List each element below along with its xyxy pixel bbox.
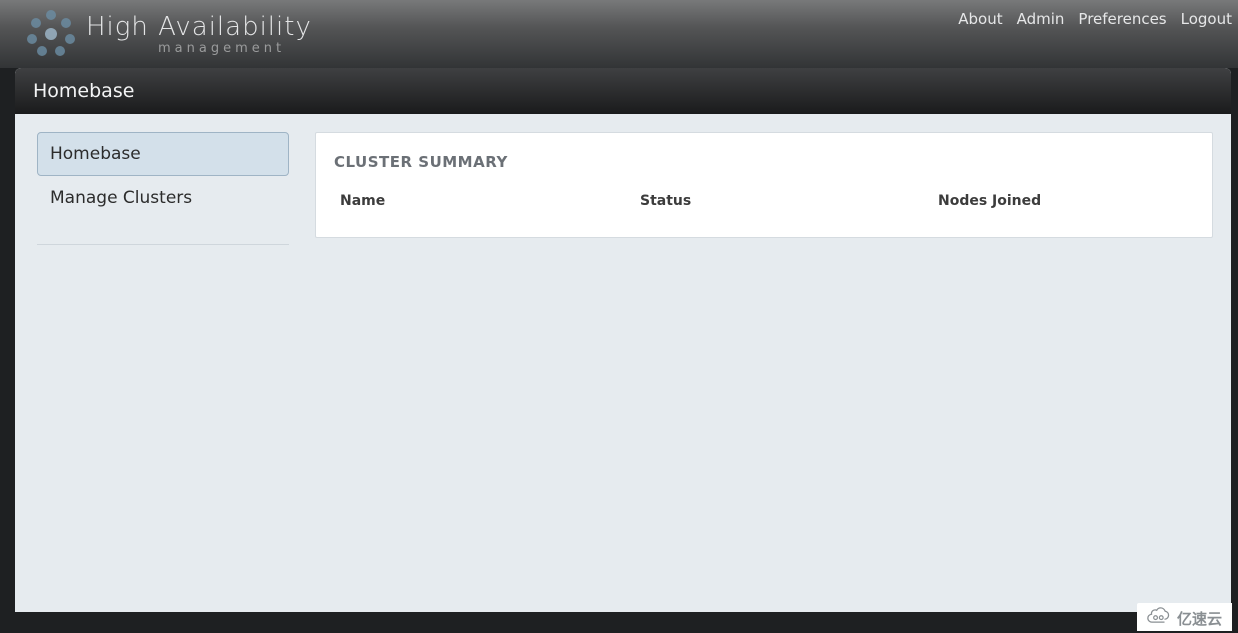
app-header: High Availability management About Admin… [0,0,1238,68]
table-header-row: Name Status Nodes Joined [334,193,1194,219]
column-status: Status [640,193,938,209]
page-body: Homebase Manage Clusters CLUSTER SUMMARY… [15,114,1231,245]
nav-about[interactable]: About [958,10,1002,28]
brand-subtitle: management [86,42,312,55]
sidebar-item-homebase[interactable]: Homebase [37,132,289,176]
column-name: Name [340,193,640,209]
column-nodes-joined: Nodes Joined [938,193,1194,209]
page-frame: Homebase Homebase Manage Clusters CLUSTE… [15,68,1231,612]
page-titlebar: Homebase [15,68,1231,114]
cluster-summary-panel: CLUSTER SUMMARY Name Status Nodes Joined [315,132,1213,238]
sidebar: Homebase Manage Clusters [37,132,289,245]
brand-title: High Availability [86,14,312,40]
brand-logo: High Availability management [24,7,312,61]
panel-heading: CLUSTER SUMMARY [334,153,1194,171]
sidebar-separator [37,244,289,245]
ha-logo-icon [24,7,78,61]
page-title: Homebase [33,80,134,102]
cloud-icon [1145,607,1171,629]
nav-logout[interactable]: Logout [1181,10,1232,28]
nav-admin[interactable]: Admin [1017,10,1065,28]
brand-text: High Availability management [86,14,312,55]
watermark: 亿速云 [1137,603,1232,631]
cluster-summary-table: Name Status Nodes Joined [334,193,1194,219]
main-content: CLUSTER SUMMARY Name Status Nodes Joined [315,132,1213,245]
sidebar-item-manage-clusters[interactable]: Manage Clusters [37,176,289,220]
sidebar-item-label: Manage Clusters [50,188,192,208]
nav-preferences[interactable]: Preferences [1078,10,1166,28]
watermark-text: 亿速云 [1177,608,1222,629]
sidebar-item-label: Homebase [50,144,141,164]
top-nav: About Admin Preferences Logout [958,10,1232,28]
